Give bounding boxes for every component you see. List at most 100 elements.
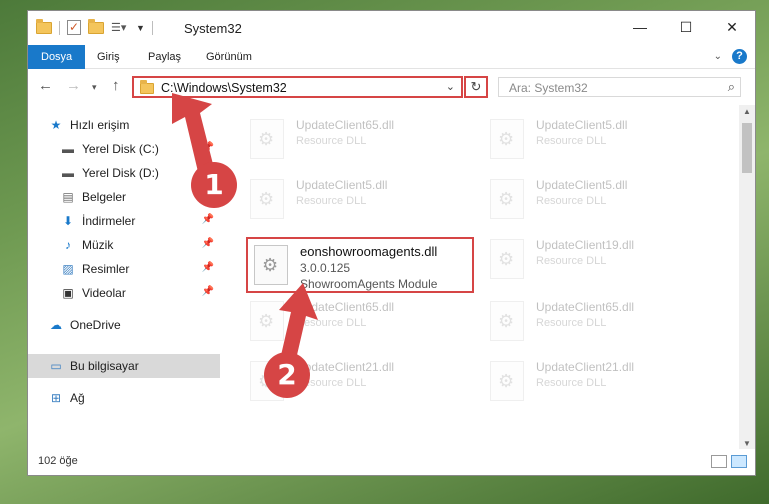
file-name: UpdateClient21.dll [296,360,395,374]
back-arrow-icon[interactable]: ← [38,77,53,94]
sidebar-item-drive-c[interactable]: ▬ Yerel Disk (C:) 📌 [28,137,220,161]
file-item[interactable]: UpdateClient21.dll Resource DLL [484,355,712,411]
minimize-button[interactable]: — [617,11,663,43]
tab-file[interactable]: Dosya [28,45,86,69]
navigation-pane: ★ Hızlı erişim ▬ Yerel Disk (C:) 📌 ▬ Yer… [28,105,220,451]
tab-share[interactable]: Paylaş [135,45,194,69]
computer-icon: ▭ [50,359,62,373]
folder-icon [36,18,52,34]
sidebar-item-pictures[interactable]: ▨ Resimler 📌 [28,257,220,281]
sidebar-item-label: Müzik [82,238,114,252]
file-name: UpdateClient65.dll [296,300,395,314]
file-item[interactable]: UpdateClient65.dll Resource DLL [484,295,712,351]
search-icon[interactable]: ⌕ [728,79,735,95]
details-view-icon[interactable] [711,455,727,468]
vertical-scrollbar[interactable]: ▲ ▼ [739,105,755,451]
help-icon[interactable]: ? [732,49,747,64]
window-controls: — ☐ ✕ [617,11,755,43]
sidebar-item-onedrive[interactable]: ☁ OneDrive [28,313,220,337]
file-description: Resource DLL [536,317,607,329]
callout-2: 2 [264,352,310,398]
search-input[interactable]: Ara: System32 ⌕ [498,77,741,97]
scroll-up-icon[interactable]: ▲ [739,105,755,119]
pin-icon[interactable]: 📌 [202,238,214,249]
sidebar-item-label: Bu bilgisayar [70,359,139,373]
file-list: UpdateClient65.dll Resource DLL UpdateCl… [220,105,740,451]
maximize-button[interactable]: ☐ [663,11,709,43]
sidebar-item-label: Yerel Disk (C:) [82,142,159,156]
navigation-bar: ← → ▾ ↑ C:\Windows\System32 ⌄ ↻ Ara: Sys… [28,69,755,105]
file-name: UpdateClient65.dll [536,300,635,314]
expand-ribbon-icon[interactable]: ⌄ [714,51,722,62]
file-item[interactable]: UpdateClient5.dll Resource DLL [484,173,712,229]
sidebar-item-downloads[interactable]: ⬇ İndirmeler 📌 [28,209,220,233]
callout-1: 1 [191,162,237,208]
file-item[interactable]: UpdateClient5.dll Resource DLL [244,173,472,229]
sidebar-item-label: Yerel Disk (D:) [82,166,159,180]
dll-file-icon [250,301,284,341]
scroll-thumb[interactable] [742,123,752,173]
close-button[interactable]: ✕ [709,11,755,43]
pin-icon[interactable]: 📌 [202,214,214,225]
file-name: UpdateClient5.dll [296,178,388,192]
address-bar[interactable]: C:\Windows\System32 ⌄ [132,76,463,98]
large-icons-view-icon[interactable] [731,455,747,468]
dll-file-icon [250,179,284,219]
sidebar-item-label: Resimler [82,262,130,276]
sidebar-item-network[interactable]: ⊞ Ağ [28,386,220,410]
file-description: Resource DLL [296,135,367,147]
file-description: Resource DLL [536,135,607,147]
chevron-down-icon[interactable]: ⌄ [446,80,455,93]
cloud-icon: ☁ [50,318,62,332]
pin-icon[interactable]: 📌 [202,142,214,153]
dll-file-icon [490,239,524,279]
file-item[interactable]: UpdateClient5.dll Resource DLL [484,113,712,169]
highlighted-file-item[interactable]: eonshowroomagents.dll 3.0.0.125 Showroom… [246,237,474,293]
pictures-icon: ▨ [62,262,74,276]
new-folder-icon[interactable] [88,18,104,34]
music-icon: ♪ [65,238,71,252]
properties-check-icon[interactable]: ✓ [67,20,81,35]
download-icon: ⬇ [62,214,74,228]
pin-icon[interactable]: 📌 [202,262,214,273]
customize-toolbar-icon[interactable]: ☰▾ [111,21,129,35]
drive-icon: ▬ [62,142,74,156]
file-name: UpdateClient21.dll [536,360,635,374]
sidebar-item-quick-access[interactable]: ★ Hızlı erişim [28,113,220,137]
refresh-button[interactable]: ↻ [464,76,488,98]
qat-dropdown-icon[interactable]: ▼ [136,23,145,33]
file-name: UpdateClient5.dll [536,178,628,192]
dll-file-icon [254,245,288,285]
dll-file-icon [250,119,284,159]
file-item[interactable]: UpdateClient65.dll Resource DLL [244,295,472,351]
address-path[interactable]: C:\Windows\System32 [161,81,287,95]
sidebar-item-label: OneDrive [70,318,121,332]
sidebar-item-label: Ağ [70,391,85,405]
drive-icon: ▬ [62,166,74,180]
recent-locations-icon[interactable]: ▾ [92,82,97,93]
file-description: Resource DLL [296,317,367,329]
network-icon: ⊞ [50,391,62,405]
forward-arrow-icon[interactable]: → [66,77,81,94]
up-arrow-icon[interactable]: ↑ [112,77,120,94]
divider [59,20,60,35]
file-name: UpdateClient65.dll [296,118,395,132]
sidebar-item-label: Hızlı erişim [70,118,130,132]
pin-icon[interactable]: 📌 [202,286,214,297]
folder-icon [140,80,154,94]
file-item[interactable]: UpdateClient19.dll Resource DLL [484,233,712,289]
sidebar-item-music[interactable]: ♪ Müzik 📌 [28,233,220,257]
divider [151,20,153,35]
dll-file-icon [490,179,524,219]
file-item[interactable]: UpdateClient65.dll Resource DLL [244,113,472,169]
view-switcher [711,455,747,468]
dll-file-icon [490,361,524,401]
file-name: eonshowroomagents.dll [300,244,438,259]
file-description: ShowroomAgents Module [300,277,438,291]
sidebar-item-videos[interactable]: ▣ Videolar 📌 [28,281,220,305]
tab-view[interactable]: Görünüm [193,45,265,69]
sidebar-item-this-pc[interactable]: ▭ Bu bilgisayar [28,354,220,378]
tab-home[interactable]: Giriş [84,45,133,69]
file-description: Resource DLL [536,255,607,267]
ribbon-tabs: Dosya Giriş Paylaş Görünüm ⌄ ? [28,45,755,69]
